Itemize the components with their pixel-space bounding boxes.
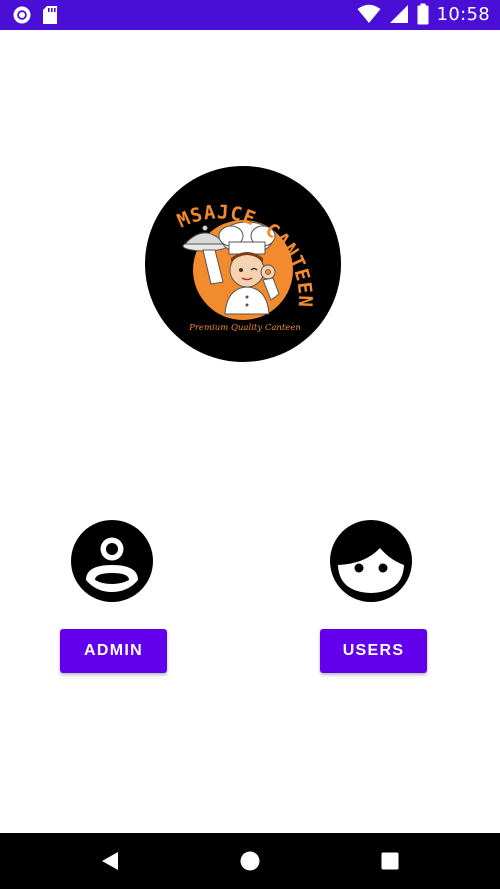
face-icon — [330, 520, 412, 602]
navigation-bar — [0, 833, 500, 889]
signal-icon — [389, 5, 408, 23]
recents-button[interactable] — [360, 833, 420, 889]
wifi-icon — [357, 4, 381, 23]
account-circle-icon — [71, 520, 153, 602]
back-button[interactable] — [80, 833, 140, 889]
sd-card-icon — [43, 6, 57, 24]
users-button[interactable]: USERS — [320, 629, 427, 673]
notification-ring-icon — [13, 6, 31, 24]
recents-icon — [381, 852, 399, 870]
home-button[interactable] — [220, 833, 280, 889]
home-icon — [240, 851, 260, 871]
admin-button[interactable]: ADMIN — [60, 629, 167, 673]
app-screen: 10:58 MSAJCE CANTEEN Premium Quality Can… — [0, 0, 500, 889]
status-bar: 10:58 — [0, 0, 500, 30]
logo-tagline: Premium Quality Canteen — [188, 323, 301, 333]
back-icon — [102, 852, 118, 870]
status-bar-right: 10:58 — [357, 3, 490, 25]
status-bar-left — [12, 5, 58, 25]
battery-icon — [417, 3, 429, 25]
canteen-logo: MSAJCE CANTEEN Premium Quality Canteen — [145, 166, 341, 362]
status-time: 10:58 — [436, 3, 490, 25]
